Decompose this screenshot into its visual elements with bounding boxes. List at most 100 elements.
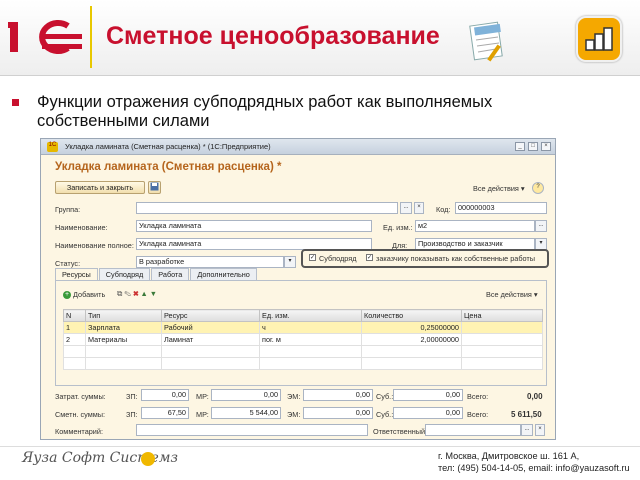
comment-label: Комментарий: bbox=[55, 427, 103, 436]
copy-icon[interactable]: ⧉ bbox=[117, 289, 122, 298]
cell-type: Зарплата bbox=[85, 321, 162, 334]
responsible-clear-button[interactable]: × bbox=[535, 424, 545, 436]
comment-field[interactable] bbox=[136, 424, 368, 436]
col-unit[interactable]: Ед. изм. bbox=[259, 309, 362, 322]
edit-icon[interactable]: ✎ bbox=[124, 289, 131, 298]
maximize-button[interactable]: □ bbox=[528, 142, 538, 151]
responsible-label: Ответственный: bbox=[373, 427, 428, 436]
smeta-mr-field[interactable]: 5 544,00 bbox=[211, 407, 281, 419]
form-header-title: Укладка ламината (Сметная расценка) * bbox=[55, 161, 282, 173]
cell-price bbox=[461, 321, 543, 334]
cell-n: 1 bbox=[63, 321, 86, 334]
cell-n: 2 bbox=[63, 333, 86, 346]
delete-icon[interactable]: ✖ bbox=[133, 289, 139, 298]
cell-price bbox=[461, 333, 543, 346]
cost-em-field[interactable]: 0,00 bbox=[303, 389, 373, 401]
address-line-1: г. Москва, Дмитровское ш. 161 А, bbox=[438, 451, 580, 461]
responsible-field[interactable] bbox=[425, 424, 521, 436]
code-field[interactable]: 000000003 bbox=[455, 202, 547, 214]
cost-zp-label: ЗП: bbox=[126, 392, 138, 401]
col-price[interactable]: Цена bbox=[461, 309, 543, 322]
cost-sub-field[interactable]: 0,00 bbox=[393, 389, 463, 401]
smeta-total-value: 5 611,50 bbox=[511, 410, 542, 419]
slide-header: Сметное ценообразование bbox=[0, 0, 640, 76]
address-line-2: тел: (495) 504-14-05, email: info@yauzas… bbox=[438, 463, 630, 473]
responsible-select-button[interactable]: ... bbox=[521, 424, 533, 436]
cell-unit: ч bbox=[259, 321, 362, 334]
smeta-sub-label: Суб.: bbox=[376, 410, 394, 419]
unit-field[interactable]: м2 bbox=[415, 220, 535, 232]
fullname-label: Наименование полное: bbox=[55, 241, 134, 250]
move-up-icon[interactable]: ▲ bbox=[141, 289, 148, 298]
status-label: Статус: bbox=[55, 259, 81, 268]
cost-mr-field[interactable]: 0,00 bbox=[211, 389, 281, 401]
add-icon: + bbox=[63, 291, 71, 300]
name-field[interactable]: Укладка ламината bbox=[136, 220, 372, 232]
floppy-icon bbox=[150, 182, 159, 191]
footer-divider bbox=[0, 446, 640, 447]
col-resource[interactable]: Ресурс bbox=[161, 309, 260, 322]
unit-label: Ед. изм.: bbox=[383, 223, 413, 232]
cost-zp-field[interactable]: 0,00 bbox=[141, 389, 189, 401]
app-window: 1C Укладка ламината (Сметная расценка) *… bbox=[40, 138, 556, 440]
table-actions-menu[interactable]: Все действия ▾ bbox=[486, 290, 538, 299]
estimate-document-icon bbox=[469, 21, 503, 62]
close-button[interactable]: × bbox=[541, 142, 551, 151]
col-quantity[interactable]: Количество bbox=[361, 309, 462, 322]
save-icon-button[interactable] bbox=[148, 181, 161, 194]
bar-chart-icon bbox=[585, 27, 613, 51]
table-row[interactable]: 2 Материалы Ламинат пог. м 2,00000000 bbox=[63, 333, 543, 346]
code-label: Код: bbox=[436, 205, 451, 214]
cell-resource: Рабочий bbox=[161, 321, 260, 334]
cell-quantity: 2,00000000 bbox=[361, 333, 462, 346]
group-label: Группа: bbox=[55, 205, 81, 214]
status-field[interactable]: В разработке bbox=[136, 256, 284, 268]
smeta-zp-label: ЗП: bbox=[126, 410, 138, 419]
customer-show-label: заказчику показывать как собственные раб… bbox=[376, 254, 535, 263]
unit-select-button[interactable]: ... bbox=[535, 220, 547, 232]
smeta-total-label: Всего: bbox=[467, 410, 489, 419]
cost-mr-label: МР: bbox=[196, 392, 209, 401]
table-row[interactable]: 1 Зарплата Рабочий ч 0,25000000 bbox=[63, 321, 543, 334]
move-down-icon[interactable]: ▼ bbox=[150, 289, 157, 298]
cost-sums-label: Затрат. суммы: bbox=[55, 392, 106, 401]
chart-app-icon bbox=[576, 16, 622, 62]
add-row-button[interactable]: + Добавить bbox=[63, 290, 105, 300]
col-type[interactable]: Тип bbox=[85, 309, 162, 322]
group-select-button[interactable]: ... bbox=[400, 202, 412, 214]
subcontract-checkbox[interactable]: ✓ bbox=[309, 254, 316, 261]
smeta-sums-label: Сметн. суммы: bbox=[55, 410, 106, 419]
window-title: Укладка ламината (Сметная расценка) * (1… bbox=[65, 142, 271, 151]
all-actions-menu[interactable]: Все действия ▾ bbox=[473, 184, 525, 193]
cost-em-label: ЭМ: bbox=[287, 392, 301, 401]
slide-title: Сметное ценообразование bbox=[106, 22, 440, 50]
slide: Сметное ценообразование Функции отражени… bbox=[0, 0, 640, 480]
table-tool-icons[interactable]: ⧉ ✎ ✖ ▲ ▼ bbox=[117, 289, 157, 299]
bullet-text: Функции отражения субподрядных работ как… bbox=[37, 93, 493, 130]
1c-app-icon: 1C bbox=[47, 142, 58, 152]
help-button[interactable]: ? bbox=[532, 182, 544, 194]
smeta-em-field[interactable]: 0,00 bbox=[303, 407, 373, 419]
smeta-mr-label: МР: bbox=[196, 410, 209, 419]
resources-panel: + Добавить ⧉ ✎ ✖ ▲ ▼ Все действия ▾ N Ти… bbox=[55, 280, 547, 386]
footer-address: г. Москва, Дмитровское ш. 161 А, тел: (4… bbox=[438, 450, 630, 474]
cell-resource: Ламинат bbox=[161, 333, 260, 346]
customer-show-checkbox[interactable]: ✓ bbox=[366, 254, 373, 261]
smeta-em-label: ЭМ: bbox=[287, 410, 301, 419]
group-clear-button[interactable]: × bbox=[414, 202, 424, 214]
smeta-sub-field[interactable]: 0,00 bbox=[393, 407, 463, 419]
col-n[interactable]: N bbox=[63, 309, 86, 322]
subcontract-label: Субподряд bbox=[319, 254, 357, 263]
save-and-close-button[interactable]: Записать и закрыть bbox=[55, 181, 145, 194]
minimize-button[interactable]: _ bbox=[515, 142, 525, 151]
smeta-zp-field[interactable]: 67,50 bbox=[141, 407, 189, 419]
window-titlebar[interactable]: 1C Укладка ламината (Сметная расценка) *… bbox=[41, 139, 555, 155]
group-field[interactable] bbox=[136, 202, 398, 214]
cost-total-label: Всего: bbox=[467, 392, 489, 401]
cost-total-value: 0,00 bbox=[527, 392, 543, 401]
cost-sub-label: Суб.: bbox=[376, 392, 394, 401]
cell-type: Материалы bbox=[85, 333, 162, 346]
status-dropdown-button[interactable]: ▾ bbox=[284, 256, 296, 268]
name-label: Наименование: bbox=[55, 223, 108, 232]
1c-logo bbox=[8, 20, 82, 54]
